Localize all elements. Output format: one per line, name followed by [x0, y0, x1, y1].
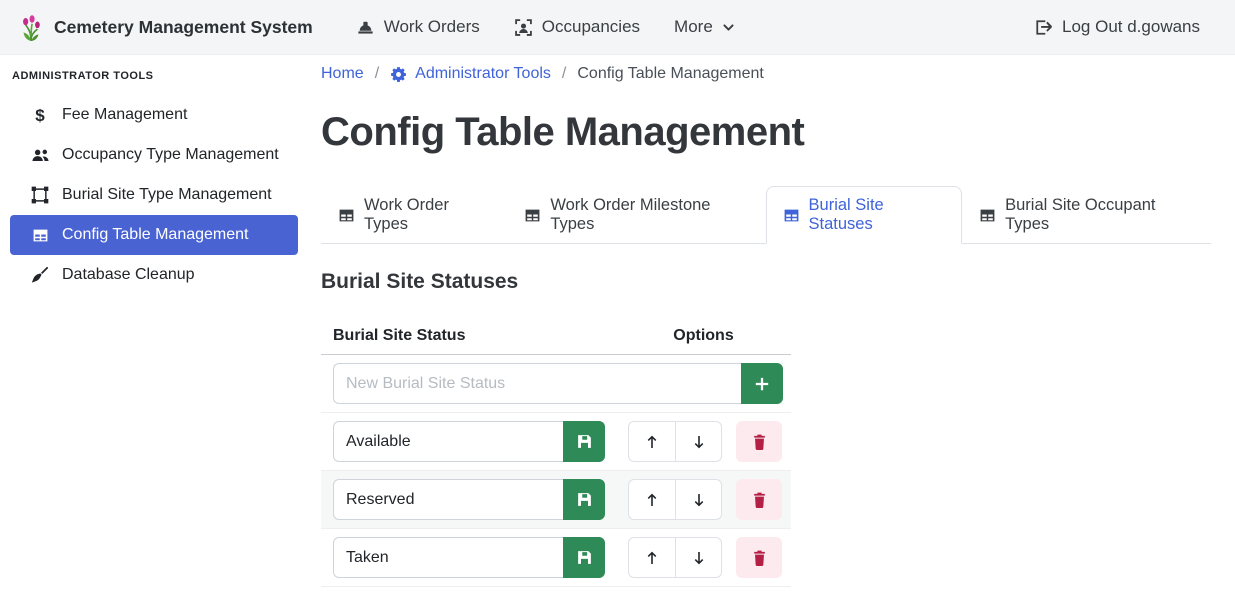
arrow-down-icon: [691, 434, 707, 450]
table-icon: [979, 207, 996, 224]
trash-icon: [751, 549, 768, 567]
people-icon: [30, 146, 50, 165]
section-heading: Burial Site Statuses: [321, 270, 1211, 294]
sidebar-heading: ADMINISTRATOR TOOLS: [10, 65, 298, 95]
move-down-button[interactable]: [675, 421, 722, 462]
sidebar-item-burial-site-type-management[interactable]: Burial Site Type Management: [10, 175, 298, 215]
column-header-status: Burial Site Status: [321, 318, 616, 354]
nav-occupancies[interactable]: Occupancies: [497, 17, 657, 37]
move-down-button[interactable]: [675, 479, 722, 520]
sidebar: ADMINISTRATOR TOOLS $ Fee Management Occ…: [0, 55, 310, 591]
new-status-row: [321, 355, 791, 413]
plus-icon: [753, 375, 771, 393]
logout-button[interactable]: Log Out d.gowans: [1017, 17, 1217, 37]
floppy-icon: [576, 433, 593, 450]
delete-button[interactable]: [736, 421, 782, 462]
config-table: Burial Site Status Options: [321, 318, 791, 587]
app-brand[interactable]: Cemetery Management System: [18, 12, 313, 42]
tab-burial-site-statuses[interactable]: Burial Site Statuses: [766, 186, 963, 244]
move-up-button[interactable]: [628, 421, 675, 462]
chevron-down-icon: [722, 21, 735, 34]
trash-icon: [751, 491, 768, 509]
breadcrumb: Home / Administrator Tools / Config Tabl…: [321, 64, 1211, 84]
table-row-taken: [321, 529, 791, 587]
logout-label: Log Out d.gowans: [1062, 17, 1200, 37]
add-status-button[interactable]: [741, 363, 783, 404]
hard-hat-icon: [356, 18, 375, 37]
table-icon: [338, 207, 355, 224]
reorder-button-group: [628, 479, 722, 520]
save-button[interactable]: [563, 421, 605, 462]
reorder-button-group: [628, 537, 722, 578]
table-header-row: Burial Site Status Options: [321, 318, 791, 355]
table-row-available: [321, 413, 791, 471]
arrow-up-icon: [644, 550, 660, 566]
tab-work-order-types[interactable]: Work Order Types: [321, 186, 507, 244]
save-button[interactable]: [563, 479, 605, 520]
status-input[interactable]: [333, 479, 563, 520]
floppy-icon: [576, 549, 593, 566]
arrow-down-icon: [691, 492, 707, 508]
top-navbar: Cemetery Management System Work Orders O…: [0, 0, 1235, 55]
tab-bar: Work Order Types Work Order Milestone Ty…: [321, 186, 1211, 244]
sidebar-menu: $ Fee Management Occupancy Type Manageme…: [10, 95, 298, 295]
nav-work-orders-label: Work Orders: [384, 17, 480, 37]
table-icon: [783, 207, 800, 224]
delete-button[interactable]: [736, 479, 782, 520]
table-row-reserved: [321, 471, 791, 529]
table-body: [321, 413, 791, 587]
sidebar-item-occupancy-type-management[interactable]: Occupancy Type Management: [10, 135, 298, 175]
status-input[interactable]: [333, 537, 563, 578]
logout-icon: [1034, 18, 1053, 37]
dollar-icon: $: [30, 107, 50, 124]
status-input[interactable]: [333, 421, 563, 462]
breadcrumb-separator: /: [375, 65, 379, 83]
breadcrumb-separator: /: [562, 65, 566, 83]
move-down-button[interactable]: [675, 537, 722, 578]
breadcrumb-admin-tools-label: Administrator Tools: [415, 65, 551, 83]
breadcrumb-admin-tools-link[interactable]: Administrator Tools: [390, 65, 551, 83]
nav-more-dropdown[interactable]: More: [657, 17, 752, 37]
tulip-logo-icon: [18, 12, 44, 42]
arrow-up-icon: [644, 434, 660, 450]
reorder-button-group: [628, 421, 722, 462]
table-icon: [524, 207, 541, 224]
trash-icon: [751, 433, 768, 451]
nav-work-orders[interactable]: Work Orders: [339, 17, 497, 37]
delete-button[interactable]: [736, 537, 782, 578]
floppy-icon: [576, 491, 593, 508]
move-up-button[interactable]: [628, 479, 675, 520]
breadcrumb-current: Config Table Management: [577, 65, 764, 83]
nav-more-label: More: [674, 17, 713, 37]
sidebar-item-fee-management[interactable]: $ Fee Management: [10, 95, 298, 135]
tab-work-order-milestone-types[interactable]: Work Order Milestone Types: [507, 186, 765, 244]
bounding-square-icon: [30, 186, 50, 204]
new-status-input[interactable]: [333, 363, 741, 404]
page-title: Config Table Management: [321, 106, 1211, 158]
move-up-button[interactable]: [628, 537, 675, 578]
save-button[interactable]: [563, 537, 605, 578]
tab-burial-site-occupant-types[interactable]: Burial Site Occupant Types: [962, 186, 1211, 244]
arrow-up-icon: [644, 492, 660, 508]
app-title: Cemetery Management System: [54, 17, 313, 38]
gear-icon: [390, 66, 407, 83]
sidebar-item-database-cleanup[interactable]: Database Cleanup: [10, 255, 298, 295]
main-content: Home / Administrator Tools / Config Tabl…: [310, 55, 1235, 591]
column-header-options: Options: [616, 318, 791, 354]
person-bounding-box-icon: [514, 18, 533, 37]
broom-icon: [30, 266, 50, 284]
arrow-down-icon: [691, 550, 707, 566]
sidebar-item-config-table-management[interactable]: Config Table Management: [10, 215, 298, 255]
nav-occupancies-label: Occupancies: [542, 17, 640, 37]
table-icon: [30, 227, 50, 244]
breadcrumb-home-link[interactable]: Home: [321, 65, 364, 83]
